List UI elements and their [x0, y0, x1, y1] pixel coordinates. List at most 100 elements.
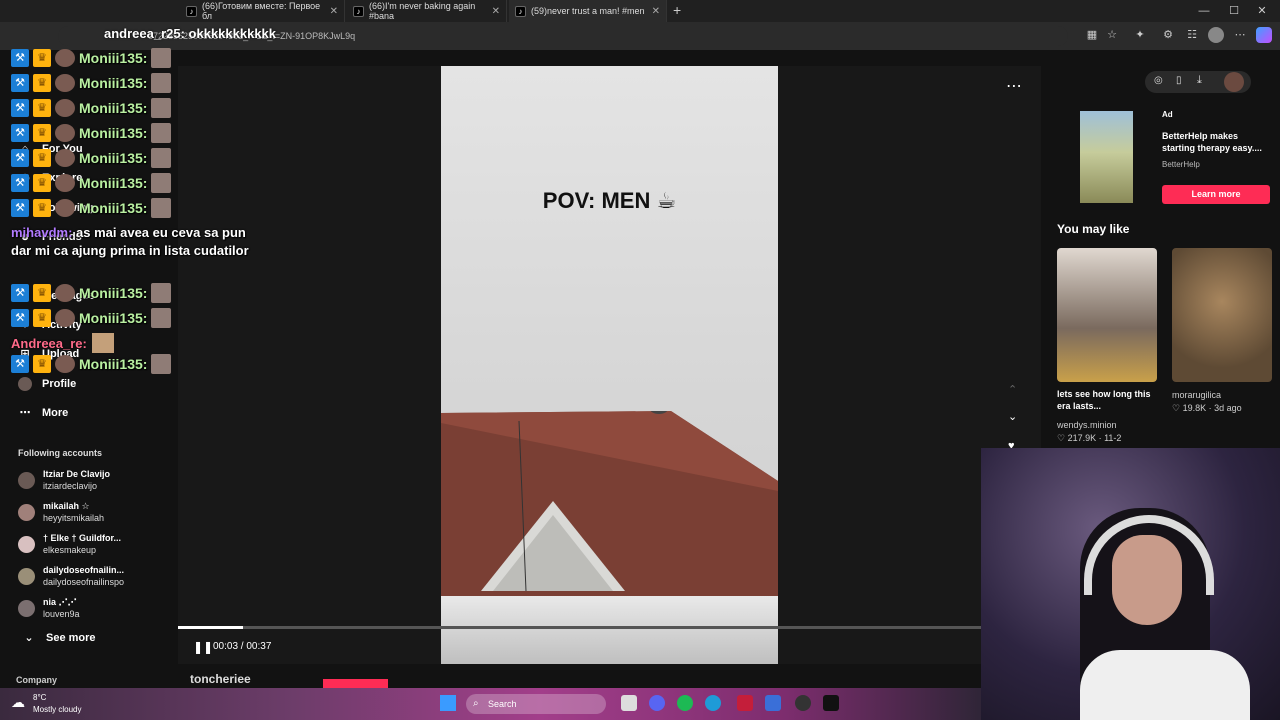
weather-temp[interactable]: 8°C: [33, 693, 46, 702]
previous-video-icon[interactable]: ⌃: [1008, 383, 1017, 396]
sidebar-item-profile[interactable]: Profile: [18, 374, 76, 394]
start-icon[interactable]: [440, 695, 456, 711]
copilot-icon[interactable]: [1256, 27, 1272, 43]
crown-badge-icon: ♛: [33, 355, 51, 373]
file-explorer-icon[interactable]: [621, 695, 637, 711]
followed-account[interactable]: mikailah ☆ heyyitsmikailah: [18, 497, 104, 527]
chat-message: ⚒ ♛ Moniii135:: [11, 72, 172, 94]
emote-icon: [91, 333, 114, 353]
chat-nick: Moniii135:: [79, 100, 148, 116]
profile-icon: [18, 377, 32, 391]
tab-title: (59)never trust a man! #men: [531, 6, 645, 16]
recommendation-author[interactable]: wendys.minion: [1057, 420, 1117, 430]
see-more-button[interactable]: ⌄ See more: [22, 628, 95, 648]
recommendation-thumbnail[interactable]: [1172, 248, 1272, 382]
tiktok-icon[interactable]: [823, 695, 839, 711]
recommendation-likes: ♡ 19.8K · 3d ago: [1172, 403, 1242, 413]
moderator-badge-icon: ⚒: [11, 74, 29, 92]
chat-nick: Andreea_re:: [11, 335, 87, 351]
user-avatar[interactable]: [1224, 72, 1244, 92]
close-tab-icon[interactable]: ✕: [652, 6, 660, 17]
chat-nick: mihavdm:: [11, 225, 73, 240]
video-caption: POV: MEN ☕: [542, 188, 677, 213]
ad-title[interactable]: BetterHelp makes starting therapy easy..…: [1162, 130, 1272, 154]
recommendation-thumbnail[interactable]: [1057, 248, 1157, 382]
avatar: [18, 471, 35, 489]
moderator-badge-icon: ⚒: [11, 199, 29, 217]
avatar: [55, 199, 75, 217]
moderator-badge-icon: ⚒: [11, 149, 29, 167]
video-time: 00:03 / 00:37: [213, 641, 272, 652]
following-accounts-header: Following accounts: [18, 448, 103, 458]
ad-thumbnail[interactable]: [1080, 111, 1133, 203]
chat-nick: Moniii135:: [79, 75, 148, 91]
crown-badge-icon: ♛: [33, 174, 51, 192]
learn-more-button[interactable]: Learn more: [1162, 185, 1270, 204]
author-name[interactable]: toncheriee: [190, 672, 251, 686]
account-handle: itziardeclavijo: [43, 481, 98, 491]
recommendation-author[interactable]: morarugilica: [1172, 390, 1221, 400]
followed-account[interactable]: † Elke † Guildfor... elkesmakeup: [18, 529, 121, 559]
avatar: [55, 355, 75, 373]
followed-account[interactable]: dailydoseofnailin... dailydoseofnailinspo: [18, 561, 124, 591]
account-handle: louven9a: [43, 609, 80, 619]
sidebar-item-more[interactable]: ⋯ More: [18, 403, 69, 423]
weather-desc[interactable]: Mostly cloudy: [33, 705, 81, 714]
spotify-icon[interactable]: [677, 695, 693, 711]
chat-message: ⚒ ♛ Moniii135:: [11, 47, 172, 69]
browser-tab-active[interactable]: ♪ (59)never trust a man! #men ✕: [509, 0, 667, 22]
reader-icon[interactable]: ▦: [1084, 27, 1100, 43]
ad-brand: BetterHelp: [1162, 160, 1200, 169]
avatar: [55, 74, 75, 92]
video-ledge: [441, 596, 778, 664]
follow-button[interactable]: [323, 679, 388, 688]
edge-icon[interactable]: [705, 695, 721, 711]
emote-icon: [151, 354, 172, 374]
explore-icon[interactable]: ◎: [1154, 75, 1163, 86]
chat-message: ⚒ ♛ Moniii135:: [11, 197, 172, 219]
taskbar-search[interactable]: ⌕ Search: [466, 694, 606, 714]
account-handle: dailydoseofnailinspo: [43, 577, 125, 587]
webcam-shirt: [1080, 650, 1250, 720]
next-video-icon[interactable]: ⌄: [1008, 410, 1017, 423]
browser-tab[interactable]: ♪ (66)I'm never baking again #bana ✕: [347, 0, 507, 22]
device-icon[interactable]: ▯: [1176, 75, 1182, 86]
favorite-star-icon[interactable]: ☆: [1104, 27, 1120, 43]
menu-dots-icon[interactable]: ⋯: [1232, 27, 1248, 43]
download-icon[interactable]: ⤓: [1197, 74, 1202, 87]
more-options-icon[interactable]: ⋯: [1006, 76, 1022, 96]
search-label: Search: [488, 699, 517, 709]
close-window-button[interactable]: ✕: [1244, 0, 1280, 22]
chat-nick: Moniii135:: [79, 200, 148, 216]
chat-message: ⚒ ♛ Moniii135:: [11, 282, 172, 304]
profile-avatar-icon[interactable]: [1208, 27, 1224, 43]
collections-icon[interactable]: ☷: [1184, 27, 1200, 43]
company-link[interactable]: Company: [16, 675, 57, 685]
browser-tab[interactable]: ♪ (66)Готовим вместе: Первое бл ✕: [180, 0, 345, 22]
new-tab-button[interactable]: +: [673, 2, 681, 18]
recommendation-title[interactable]: lets see how long this era lasts...: [1057, 388, 1162, 412]
emote-icon: [151, 48, 172, 68]
video-frame[interactable]: POV: MEN ☕: [441, 66, 778, 664]
account-name: Itziar De Clavijo: [43, 469, 111, 479]
discord-icon[interactable]: [649, 695, 665, 711]
chat-message: ⚒ ♛ Moniii135:: [11, 353, 172, 375]
chat-nick: Moniii135:: [79, 175, 148, 191]
followed-account[interactable]: nia ⋰⋰ louven9a: [18, 593, 80, 623]
obs-icon[interactable]: [795, 695, 811, 711]
close-tab-icon[interactable]: ✕: [330, 6, 338, 17]
app-icon[interactable]: [765, 695, 781, 711]
emote-icon: [151, 283, 172, 303]
extensions-icon[interactable]: ✦: [1132, 27, 1148, 43]
nav-label: Profile: [42, 378, 77, 390]
sync-icon[interactable]: ⚙: [1160, 27, 1176, 43]
moderator-badge-icon: ⚒: [11, 49, 29, 67]
close-tab-icon[interactable]: ✕: [492, 6, 500, 17]
you-may-like-header: You may like: [1057, 222, 1130, 236]
app-icon[interactable]: [737, 695, 753, 711]
progress-track[interactable]: [178, 626, 981, 629]
nav-label: More: [42, 407, 69, 419]
pause-icon[interactable]: ❚❚: [193, 640, 213, 654]
followed-account[interactable]: Itziar De Clavijo itziardeclavijo: [18, 465, 110, 495]
weather-icon[interactable]: ☁: [11, 694, 25, 711]
